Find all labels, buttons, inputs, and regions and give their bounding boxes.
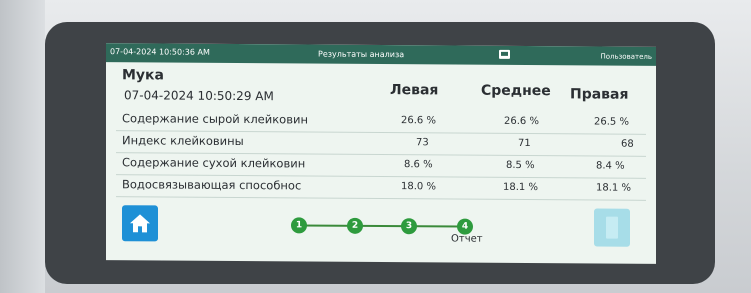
value-left: 73: [416, 137, 429, 149]
status-bar: 07-04-2024 10:50:36 AM Результаты анализ…: [106, 43, 656, 66]
device-body: 07-04-2024 10:50:36 AM Результаты анализ…: [0, 0, 751, 293]
home-button[interactable]: [122, 205, 158, 242]
column-header-left: Левая: [390, 82, 439, 99]
value-left: 18.0 %: [401, 181, 436, 193]
step-2: 2: [347, 217, 363, 234]
row-label: Индекс клейковины: [122, 133, 244, 149]
value-middle: 26.6 %: [504, 115, 539, 128]
row-label: Содержание сухой клейковин: [122, 155, 306, 171]
step-4: 4: [457, 218, 473, 235]
row-label: Содержание сырой клейковин: [122, 111, 308, 127]
value-right: 18.1 %: [596, 182, 631, 194]
status-title: Результаты анализа: [318, 49, 405, 60]
value-right: 8.4 %: [596, 160, 625, 172]
row-label: Водосвязывающая способнос: [122, 177, 302, 193]
table-row: Водосвязывающая способнос 18.0 % 18.1 % …: [116, 175, 646, 201]
value-middle: 18.1 %: [503, 181, 538, 194]
sample-name: Мука: [122, 67, 165, 84]
home-icon: [130, 214, 150, 233]
value-left: 26.6 %: [401, 115, 436, 127]
value-right: 26.5 %: [594, 116, 629, 128]
step-label-report: Отчет: [451, 233, 483, 245]
sample-datetime: 07-04-2024 10:50:29 AM: [124, 88, 274, 104]
value-right: 68: [621, 138, 634, 150]
column-header-right: Правая: [570, 86, 629, 103]
user-label[interactable]: Пользователь: [600, 53, 652, 61]
document-icon: [606, 216, 618, 239]
step-line: [301, 224, 461, 228]
value-left: 8.6 %: [404, 159, 433, 171]
device-edge: [0, 0, 45, 293]
value-middle: 8.5 %: [506, 159, 535, 172]
value-middle: 71: [518, 137, 531, 150]
step-1: 1: [291, 217, 307, 234]
touch-screen: 07-04-2024 10:50:36 AM Результаты анализ…: [106, 43, 656, 264]
status-datetime: 07-04-2024 10:50:36 AM: [110, 47, 210, 57]
step-3: 3: [401, 218, 417, 235]
column-header-middle: Среднее: [481, 82, 551, 100]
document-button[interactable]: [594, 208, 630, 247]
screen-icon: [499, 49, 510, 59]
